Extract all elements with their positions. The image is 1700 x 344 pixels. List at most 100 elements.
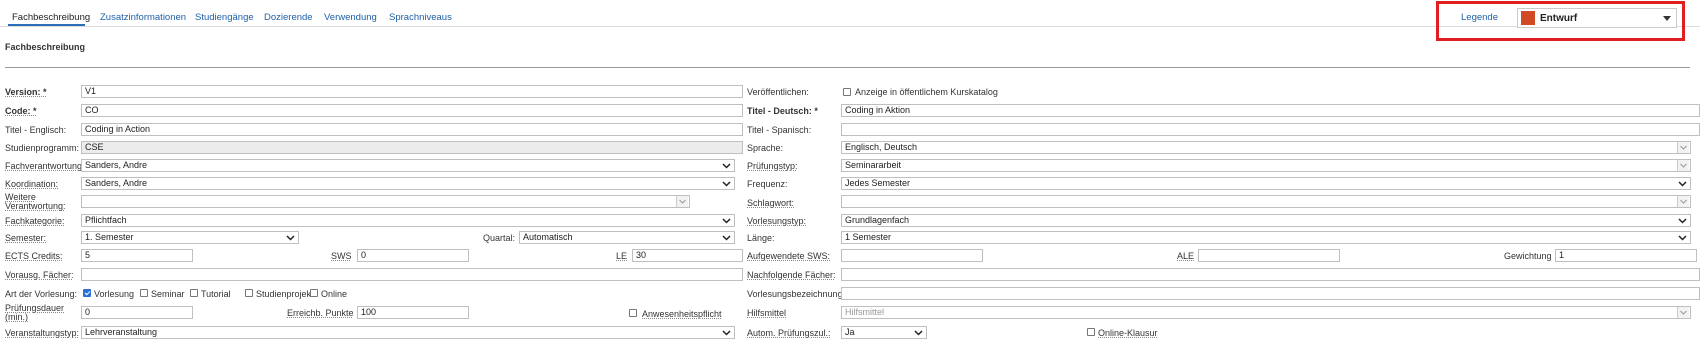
vorausg-faecher-label: Vorausg. Fächer:: [5, 270, 74, 280]
sprache-value: Englisch, Deutsch: [845, 142, 918, 152]
ects-label: ECTS Credits:: [5, 251, 63, 261]
kurskatalog-checkbox[interactable]: [843, 88, 851, 96]
chevron-down-icon: [1680, 310, 1687, 315]
frequenz-value: Jedes Semester: [845, 178, 911, 188]
online-klausur-label: Online-Klausur: [1098, 328, 1158, 338]
schlagwort-select[interactable]: [841, 195, 1691, 208]
gewichtung-input[interactable]: 1: [1555, 249, 1697, 262]
quartal-value: Automatisch: [523, 232, 573, 242]
chevron-down-icon: [1678, 218, 1687, 224]
quartal-select[interactable]: Automatisch: [519, 231, 735, 244]
art-option-checkbox[interactable]: [190, 289, 198, 297]
autom-pruefungszul-select[interactable]: Ja: [841, 326, 927, 339]
vorausg-faecher-input[interactable]: [81, 268, 743, 281]
titel-deutsch-input[interactable]: Coding in Aktion: [841, 104, 1700, 117]
veranstaltungstyp-label: Veranstaltungstyp:: [5, 328, 80, 338]
weitere-verantwortung-select[interactable]: [81, 195, 690, 208]
tab-verwendung[interactable]: Verwendung: [324, 12, 377, 23]
chevron-down-icon: [1680, 145, 1687, 150]
laenge-select[interactable]: 1 Semester: [841, 231, 1691, 244]
sws-input[interactable]: 0: [357, 249, 469, 262]
art-option-label: Online: [321, 289, 348, 299]
titel-deutsch-label: Titel - Deutsch: *: [747, 106, 818, 116]
sprache-label: Sprache:: [747, 143, 784, 153]
titel-englisch-input[interactable]: Coding in Action: [81, 123, 743, 136]
fachkategorie-select[interactable]: Pflichtfach: [81, 214, 735, 227]
version-label: Version: *: [5, 87, 47, 97]
art-option-checkbox[interactable]: [310, 289, 318, 297]
tab-zusatzinformationen[interactable]: Zusatzinformationen: [100, 12, 186, 23]
section-title: Fachbeschreibung: [5, 42, 86, 52]
art-option-label: Vorlesung: [94, 289, 135, 299]
frequenz-select[interactable]: Jedes Semester: [841, 177, 1691, 190]
autom-pruefungszul-label: Autom. Prüfungszul.:: [747, 328, 831, 338]
online-klausur-checkbox[interactable]: [1087, 328, 1095, 336]
ale-input[interactable]: [1198, 249, 1340, 262]
veroeffentlichen-label: Veröffentlichen:: [747, 87, 809, 97]
veranstaltungstyp-select[interactable]: Lehrveranstaltung: [81, 326, 735, 339]
nachfolgende-faecher-label: Nachfolgende Fächer:: [747, 270, 836, 280]
weitere-verantwortung-label-2: Verantwortung:: [5, 201, 66, 211]
chevron-down-icon: [1680, 199, 1687, 204]
tab-studiengaenge[interactable]: Studiengänge: [195, 12, 254, 23]
fachkategorie-value: Pflichtfach: [85, 215, 127, 225]
sprache-select[interactable]: Englisch, Deutsch: [841, 141, 1691, 154]
chevron-down-icon: [722, 330, 731, 336]
nachfolgende-faecher-input[interactable]: [841, 268, 1700, 281]
pruefungsdauer-input[interactable]: 0: [81, 306, 193, 319]
code-input[interactable]: CO: [81, 104, 743, 117]
koordination-select[interactable]: Sanders, Andre: [81, 177, 735, 190]
hilfsmittel-placeholder: Hilfsmittel: [845, 307, 885, 317]
fachverantwortung-label: Fachverantwortung:: [5, 161, 85, 171]
chevron-down-icon: [1678, 235, 1687, 241]
chevron-down-icon: [1680, 163, 1687, 168]
aufgewendete-sws-label: Aufgewendete SWS:: [747, 251, 831, 261]
tab-fachbeschreibung[interactable]: Fachbeschreibung: [12, 12, 90, 23]
fachverantwortung-select[interactable]: Sanders, Andre: [81, 159, 735, 172]
status-dropdown[interactable]: Entwurf: [1517, 8, 1677, 28]
pruefungsdauer-label-2: (min.): [5, 312, 28, 322]
chevron-box: [1677, 142, 1689, 153]
chevron-down-icon: [286, 235, 295, 241]
chevron-down-icon: [722, 181, 731, 187]
le-input[interactable]: 30: [632, 249, 743, 262]
le-label: LE: [616, 251, 628, 261]
chevron-down-icon: [1678, 181, 1687, 187]
vorlesungstyp-label: Vorlesungstyp:: [747, 216, 807, 226]
autom-pruefungszul-value: Ja: [845, 327, 855, 337]
art-option-checkbox[interactable]: [245, 289, 253, 297]
art-option-label: Seminar: [151, 289, 185, 299]
art-option-checkbox[interactable]: [83, 289, 91, 297]
studienprogramm-label: Studienprogramm:: [5, 143, 80, 153]
hilfsmittel-label: Hilfsmittel: [747, 308, 787, 318]
vorlesungsbezeichnung-input[interactable]: [841, 287, 1700, 300]
semester-select[interactable]: 1. Semester: [81, 231, 299, 244]
version-input[interactable]: V1: [81, 85, 743, 98]
ale-label: ALE: [1177, 251, 1195, 261]
art-der-vorlesung-label: Art der Vorlesung:: [5, 289, 78, 299]
anwesenheitspflicht-checkbox[interactable]: [629, 309, 637, 317]
titel-spanisch-input[interactable]: [841, 123, 1700, 136]
pruefungstyp-label: Prüfungstyp:: [747, 161, 798, 171]
fachkategorie-label: Fachkategorie:: [5, 216, 65, 226]
aufgewendete-sws-input[interactable]: [841, 249, 983, 262]
sws-label: SWS: [331, 251, 352, 261]
chevron-down-icon: [914, 330, 923, 336]
pruefungstyp-select[interactable]: Seminararbeit: [841, 159, 1691, 172]
fachverantwortung-value: Sanders, Andre: [85, 160, 148, 170]
legend-link[interactable]: Legende: [1461, 12, 1498, 23]
erreichb-punkte-input[interactable]: 100: [357, 306, 469, 319]
hilfsmittel-select[interactable]: Hilfsmittel: [841, 306, 1691, 319]
vorlesungstyp-value: Grundlagenfach: [845, 215, 910, 225]
laenge-label: Länge:: [747, 233, 775, 243]
art-option-checkbox[interactable]: [140, 289, 148, 297]
ects-input[interactable]: 5: [81, 249, 193, 262]
vorlesungstyp-select[interactable]: Grundlagenfach: [841, 214, 1691, 227]
art-option-label: Studienprojekt: [256, 289, 314, 299]
tab-sprachniveaus[interactable]: Sprachniveaus: [389, 12, 452, 23]
pruefungstyp-value: Seminararbeit: [845, 160, 902, 170]
chevron-box: [1677, 160, 1689, 171]
titel-englisch-label: Titel - Englisch:: [5, 125, 67, 135]
titel-spanisch-label: Titel - Spanisch:: [747, 125, 812, 135]
tab-dozierende[interactable]: Dozierende: [264, 12, 313, 23]
